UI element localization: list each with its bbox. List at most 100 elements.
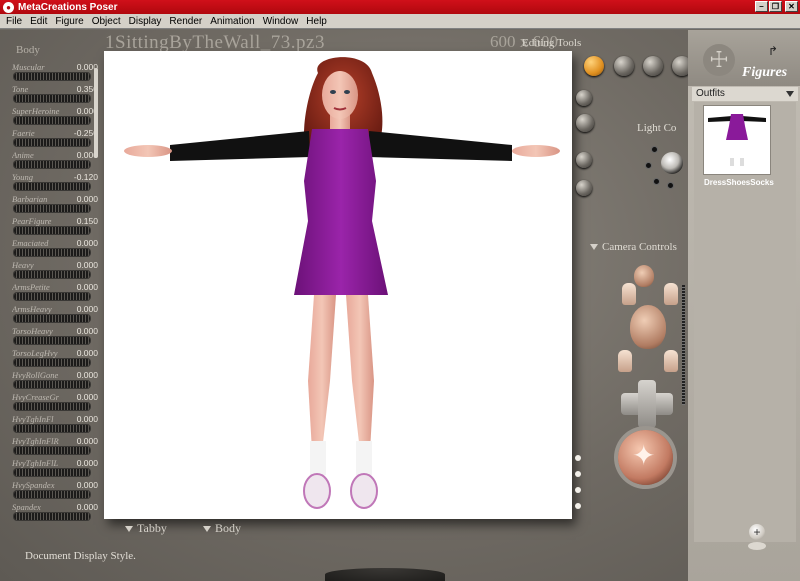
dial-wheel[interactable] xyxy=(14,293,90,300)
menu-animation[interactable]: Animation xyxy=(206,16,258,27)
parameter-dial[interactable]: HvyTghInFlL 0.000 xyxy=(8,458,98,480)
dial-wheel[interactable] xyxy=(14,513,90,520)
main-camera-head-icon[interactable] xyxy=(630,305,666,349)
body-part-selector[interactable]: Body xyxy=(203,521,241,536)
dial-wheel[interactable] xyxy=(14,183,90,190)
dial-value[interactable]: 0.000 xyxy=(77,282,98,292)
dial-wheel[interactable] xyxy=(14,95,90,102)
menu-display[interactable]: Display xyxy=(125,16,166,27)
memory-dot-icon[interactable] xyxy=(575,503,581,509)
light-handle-icon[interactable] xyxy=(645,162,652,169)
dial-value[interactable]: 0.000 xyxy=(77,480,98,490)
title-bar[interactable]: ● MetaCreations Poser – ❐ ✕ xyxy=(0,0,800,14)
parameter-dial[interactable]: HvyTghInFl 0.000 xyxy=(8,414,98,436)
add-to-library-icon[interactable]: + xyxy=(749,524,765,540)
dial-wheel[interactable] xyxy=(14,381,90,388)
close-icon[interactable]: ✕ xyxy=(785,1,798,12)
parameter-dial[interactable]: Heavy 0.000 xyxy=(8,260,98,282)
menu-render[interactable]: Render xyxy=(165,16,206,27)
animation-controls-handle[interactable] xyxy=(325,568,445,581)
face-camera-icon[interactable] xyxy=(634,265,654,287)
library-back-arrow-icon[interactable]: ↱ xyxy=(768,44,778,58)
figure-library-icon[interactable]: ☩ xyxy=(703,44,735,76)
color-tool-icon[interactable] xyxy=(576,114,594,132)
light-handle-icon[interactable] xyxy=(651,146,658,153)
scale-tool-icon[interactable] xyxy=(643,56,663,76)
menu-help[interactable]: Help xyxy=(302,16,331,27)
dial-wheel[interactable] xyxy=(14,249,90,256)
dial-wheel[interactable] xyxy=(14,139,90,146)
dial-value[interactable]: 0.000 xyxy=(77,458,98,468)
library-category-dropdown[interactable]: Outfits xyxy=(692,87,798,101)
parameter-dial[interactable]: TorsoLegHvy 0.000 xyxy=(8,348,98,370)
menu-edit[interactable]: Edit xyxy=(26,16,51,27)
rotate-left-hand-icon[interactable] xyxy=(618,350,632,372)
dial-wheel[interactable] xyxy=(14,315,90,322)
dial-wheel[interactable] xyxy=(14,337,90,344)
dial-value[interactable]: 0.000 xyxy=(77,260,98,270)
view-magnifier-icon[interactable] xyxy=(576,180,592,196)
parameter-dial[interactable]: SuperHeroine 0.000 xyxy=(8,106,98,128)
parameter-dial[interactable]: HvyCreaseGr 0.000 xyxy=(8,392,98,414)
parameter-dial[interactable]: ArmsHeavy 0.000 xyxy=(8,304,98,326)
rotate-tool-icon[interactable] xyxy=(614,56,634,76)
dial-wheel[interactable] xyxy=(14,117,90,124)
menu-object[interactable]: Object xyxy=(88,16,125,27)
dial-value[interactable]: 0.000 xyxy=(77,238,98,248)
dial-wheel[interactable] xyxy=(14,73,90,80)
parameter-dial[interactable]: Barbarian 0.000 xyxy=(8,194,98,216)
dial-wheel[interactable] xyxy=(14,447,90,454)
left-hand-camera-icon[interactable] xyxy=(622,283,636,305)
dial-value[interactable]: 0.000 xyxy=(77,392,98,402)
memory-dot-icon[interactable] xyxy=(575,471,581,477)
dial-wheel[interactable] xyxy=(14,271,90,278)
dial-value[interactable]: 0.000 xyxy=(77,502,98,512)
camera-controls-label[interactable]: Camera Controls xyxy=(590,241,677,253)
parameter-dial[interactable]: PearFigure 0.150 xyxy=(8,216,98,238)
dial-wheel[interactable] xyxy=(14,469,90,476)
dial-value[interactable]: 0.000 xyxy=(77,370,98,380)
memory-dot-icon[interactable] xyxy=(575,455,581,461)
document-canvas[interactable] xyxy=(104,51,572,519)
light-orb-icon[interactable] xyxy=(661,152,683,174)
minimize-icon[interactable]: – xyxy=(755,1,768,12)
light-handle-icon[interactable] xyxy=(667,182,674,189)
figure-render[interactable] xyxy=(104,51,572,519)
figure-selector[interactable]: Tabby xyxy=(125,521,167,536)
light-controls[interactable] xyxy=(645,140,689,192)
memory-dot-icon[interactable] xyxy=(575,487,581,493)
parameter-dial[interactable]: HvyTghInFlR 0.000 xyxy=(8,436,98,458)
parameter-dial[interactable]: HvySpandex 0.000 xyxy=(8,480,98,502)
translate-tool-icon[interactable] xyxy=(584,56,604,76)
dial-value[interactable]: 0.000 xyxy=(77,436,98,446)
parameter-dial[interactable]: Spandex 0.000 xyxy=(8,502,98,524)
dial-wheel[interactable] xyxy=(14,403,90,410)
parameter-dial[interactable]: Anime 0.000 xyxy=(8,150,98,172)
menu-figure[interactable]: Figure xyxy=(51,16,87,27)
dial-value[interactable]: 0.000 xyxy=(77,348,98,358)
library-item-thumbnail[interactable] xyxy=(703,105,771,175)
parameter-dial[interactable]: Young -0.120 xyxy=(8,172,98,194)
dial-value[interactable]: 0.150 xyxy=(77,216,98,226)
dial-wheel[interactable] xyxy=(14,161,90,168)
dial-wheel[interactable] xyxy=(14,227,90,234)
rotate-right-hand-icon[interactable] xyxy=(664,350,678,372)
parameter-dial[interactable]: Faerie -0.250 xyxy=(8,128,98,150)
poser-app-icon[interactable]: ● xyxy=(3,1,14,13)
parameter-dial[interactable]: Muscular 0.000 xyxy=(8,62,98,84)
dial-value[interactable]: 0.000 xyxy=(77,414,98,424)
right-hand-camera-icon[interactable] xyxy=(664,283,678,305)
twist-tool-icon[interactable] xyxy=(576,90,592,106)
dial-value[interactable]: 0.000 xyxy=(77,304,98,314)
dial-wheel[interactable] xyxy=(14,491,90,498)
restore-icon[interactable]: ❐ xyxy=(769,1,782,12)
move-y-cross-icon[interactable] xyxy=(638,380,656,428)
parameter-dial[interactable]: Emaciated 0.000 xyxy=(8,238,98,260)
grouping-tool-icon[interactable] xyxy=(576,152,592,168)
dial-value[interactable]: 0.000 xyxy=(77,326,98,336)
camera-scale-slider[interactable] xyxy=(682,285,685,405)
parameter-dial[interactable]: ArmsPetite 0.000 xyxy=(8,282,98,304)
dial-wheel[interactable] xyxy=(14,359,90,366)
dial-value[interactable]: -0.120 xyxy=(74,172,98,182)
dials-scrollbar[interactable] xyxy=(94,68,98,158)
